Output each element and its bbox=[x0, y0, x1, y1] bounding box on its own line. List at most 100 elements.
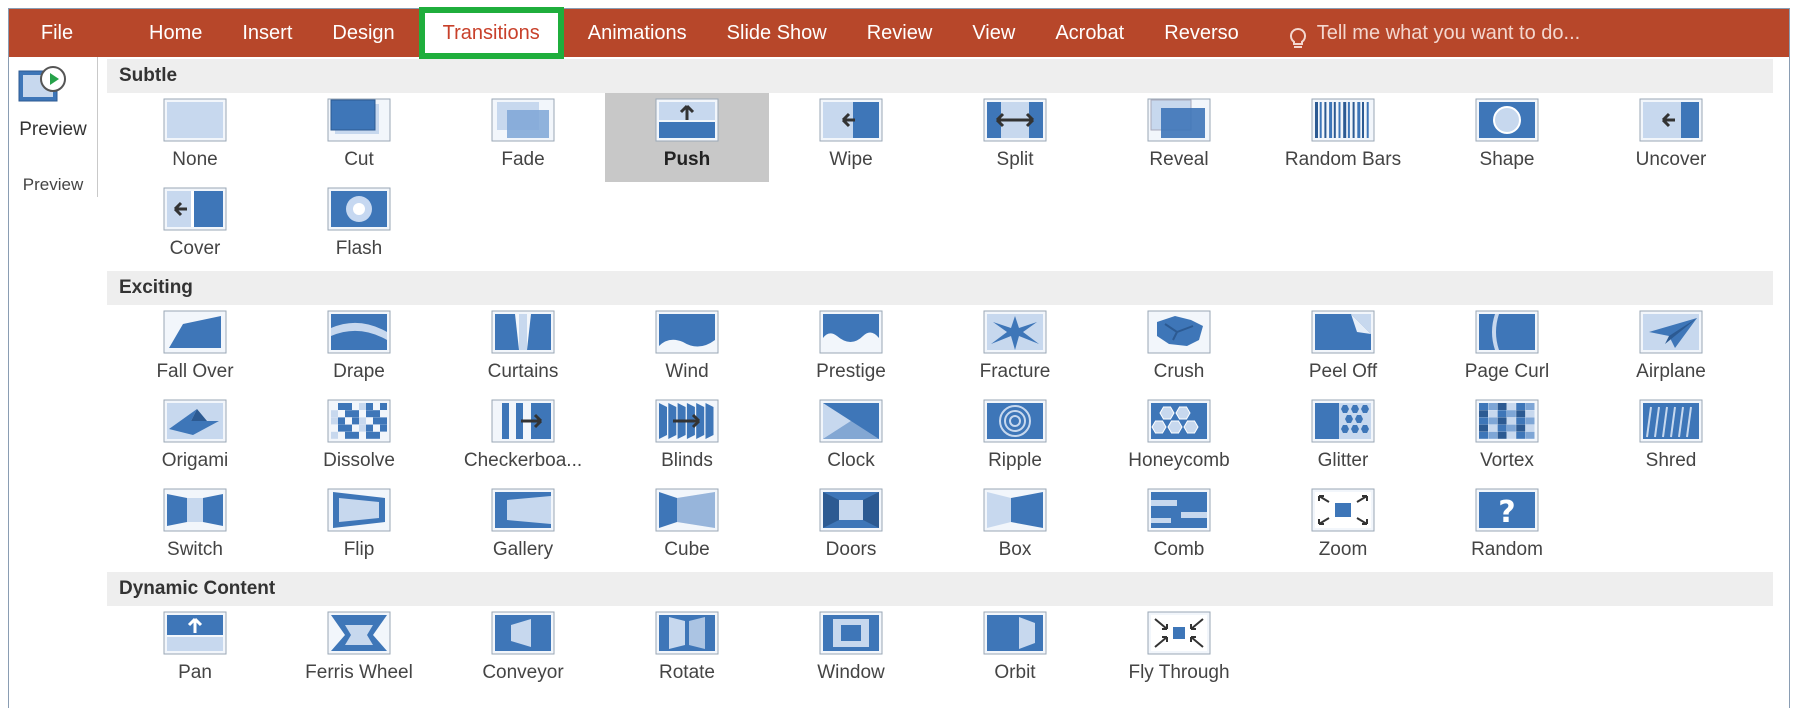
transition-curtains[interactable]: Curtains bbox=[441, 305, 605, 394]
transition-fall-over[interactable]: Fall Over bbox=[113, 305, 277, 394]
tab-acrobat[interactable]: Acrobat bbox=[1035, 9, 1144, 57]
tab-file[interactable]: File bbox=[9, 9, 105, 57]
none-icon bbox=[163, 98, 227, 142]
transition-origami[interactable]: Origami bbox=[113, 394, 277, 483]
transition-random[interactable]: ? Random bbox=[1425, 483, 1589, 572]
transition-label: Fly Through bbox=[1128, 662, 1230, 683]
transition-page-curl[interactable]: Page Curl bbox=[1425, 305, 1589, 394]
transition-label: Drape bbox=[333, 361, 385, 382]
transition-airplane[interactable]: Airplane bbox=[1589, 305, 1753, 394]
transition-clock[interactable]: Clock bbox=[769, 394, 933, 483]
transition-push[interactable]: Push bbox=[605, 93, 769, 182]
dissolve-icon bbox=[327, 399, 391, 443]
transition-ripple[interactable]: Ripple bbox=[933, 394, 1097, 483]
tab-reverso[interactable]: Reverso bbox=[1144, 9, 1258, 57]
transition-shape[interactable]: Shape bbox=[1425, 93, 1589, 182]
transition-conveyor[interactable]: Conveyor bbox=[441, 606, 605, 695]
transition-checkerboard[interactable]: Checkerboa... bbox=[441, 394, 605, 483]
tell-me-search[interactable]: Tell me what you want to do... bbox=[1259, 9, 1600, 57]
tab-view[interactable]: View bbox=[952, 9, 1035, 57]
transition-comb[interactable]: Comb bbox=[1097, 483, 1261, 572]
transition-shred[interactable]: Shred bbox=[1589, 394, 1753, 483]
transition-flash[interactable]: Flash bbox=[277, 182, 441, 271]
transition-label: Orbit bbox=[994, 662, 1036, 683]
section-grid-exciting: Fall Over Drape Curtains Wind Prestige Fractu… bbox=[113, 305, 1773, 572]
tell-me-text: Tell me what you want to do... bbox=[1316, 22, 1581, 44]
cover-icon bbox=[163, 187, 227, 231]
uncover-icon bbox=[1639, 98, 1703, 142]
transition-label: Rotate bbox=[659, 662, 715, 683]
transition-crush[interactable]: Crush bbox=[1097, 305, 1261, 394]
section-header-subtle: Subtle bbox=[107, 59, 1773, 93]
transition-label: Comb bbox=[1153, 539, 1205, 560]
transition-label: Shred bbox=[1645, 450, 1697, 471]
tab-slide-show[interactable]: Slide Show bbox=[707, 9, 847, 57]
transition-cut[interactable]: Cut bbox=[277, 93, 441, 182]
switch-icon bbox=[163, 488, 227, 532]
transition-window[interactable]: Window bbox=[769, 606, 933, 695]
tab-animations[interactable]: Animations bbox=[568, 9, 707, 57]
transition-uncover[interactable]: Uncover bbox=[1589, 93, 1753, 182]
transition-label: Uncover bbox=[1635, 149, 1707, 170]
transition-label: Clock bbox=[827, 450, 875, 471]
transition-label: Fade bbox=[501, 149, 545, 170]
transition-wipe[interactable]: Wipe bbox=[769, 93, 933, 182]
transition-switch[interactable]: Switch bbox=[113, 483, 277, 572]
transition-label: Wipe bbox=[829, 149, 873, 170]
preview-button[interactable]: Preview bbox=[9, 119, 97, 141]
transition-fade[interactable]: Fade bbox=[441, 93, 605, 182]
curtains-icon bbox=[491, 310, 555, 354]
preview-group-label: Preview bbox=[22, 175, 84, 194]
transition-glitter[interactable]: Glitter bbox=[1261, 394, 1425, 483]
lightbulb-icon bbox=[1287, 21, 1309, 48]
cut-icon bbox=[327, 98, 391, 142]
transition-cover[interactable]: Cover bbox=[113, 182, 277, 271]
transition-gallery[interactable]: Gallery bbox=[441, 483, 605, 572]
transition-label: Cover bbox=[169, 238, 221, 259]
tab-home[interactable]: Home bbox=[129, 9, 222, 57]
zoom-icon bbox=[1311, 488, 1375, 532]
glitter-icon bbox=[1311, 399, 1375, 443]
transition-label: Fall Over bbox=[156, 361, 234, 382]
powerpoint-window: File Home Insert Design Transitions Animation… bbox=[8, 7, 1790, 708]
transition-label: Shape bbox=[1479, 149, 1535, 170]
transition-pan[interactable]: Pan bbox=[113, 606, 277, 695]
transition-honeycomb[interactable]: Honeycomb bbox=[1097, 394, 1261, 483]
preview-group: Preview Preview bbox=[9, 57, 98, 197]
transition-prestige[interactable]: Prestige bbox=[769, 305, 933, 394]
transition-split[interactable]: Split bbox=[933, 93, 1097, 182]
transition-label: Conveyor bbox=[482, 662, 564, 683]
transition-doors[interactable]: Doors bbox=[769, 483, 933, 572]
transition-cube[interactable]: Cube bbox=[605, 483, 769, 572]
transition-reveal[interactable]: Reveal bbox=[1097, 93, 1261, 182]
transition-fracture[interactable]: Fracture bbox=[933, 305, 1097, 394]
transition-none[interactable]: None bbox=[113, 93, 277, 182]
tab-transitions[interactable]: Transitions bbox=[418, 7, 564, 59]
transition-drape[interactable]: Drape bbox=[277, 305, 441, 394]
transition-orbit[interactable]: Orbit bbox=[933, 606, 1097, 695]
gallery-icon bbox=[491, 488, 555, 532]
transition-box[interactable]: Box bbox=[933, 483, 1097, 572]
transition-flip[interactable]: Flip bbox=[277, 483, 441, 572]
transition-vortex[interactable]: Vortex bbox=[1425, 394, 1589, 483]
tab-insert[interactable]: Insert bbox=[222, 9, 312, 57]
transition-wind[interactable]: Wind bbox=[605, 305, 769, 394]
transition-label: Checkerboa... bbox=[463, 450, 583, 471]
transition-ferris-wheel[interactable]: Ferris Wheel bbox=[277, 606, 441, 695]
tab-review[interactable]: Review bbox=[847, 9, 953, 57]
preview-icon[interactable] bbox=[17, 65, 67, 109]
doors-icon bbox=[819, 488, 883, 532]
transition-rotate[interactable]: Rotate bbox=[605, 606, 769, 695]
transition-dissolve[interactable]: Dissolve bbox=[277, 394, 441, 483]
prestige-icon bbox=[819, 310, 883, 354]
box-icon bbox=[983, 488, 1047, 532]
transition-zoom[interactable]: Zoom bbox=[1261, 483, 1425, 572]
transition-label: Flip bbox=[343, 539, 375, 560]
tab-design[interactable]: Design bbox=[312, 9, 414, 57]
transition-fly-through[interactable]: Fly Through bbox=[1097, 606, 1261, 695]
transition-peel-off[interactable]: Peel Off bbox=[1261, 305, 1425, 394]
checkerboard-icon bbox=[491, 399, 555, 443]
split-icon bbox=[983, 98, 1047, 142]
transition-blinds[interactable]: Blinds bbox=[605, 394, 769, 483]
transition-random-bars[interactable]: Random Bars bbox=[1261, 93, 1425, 182]
